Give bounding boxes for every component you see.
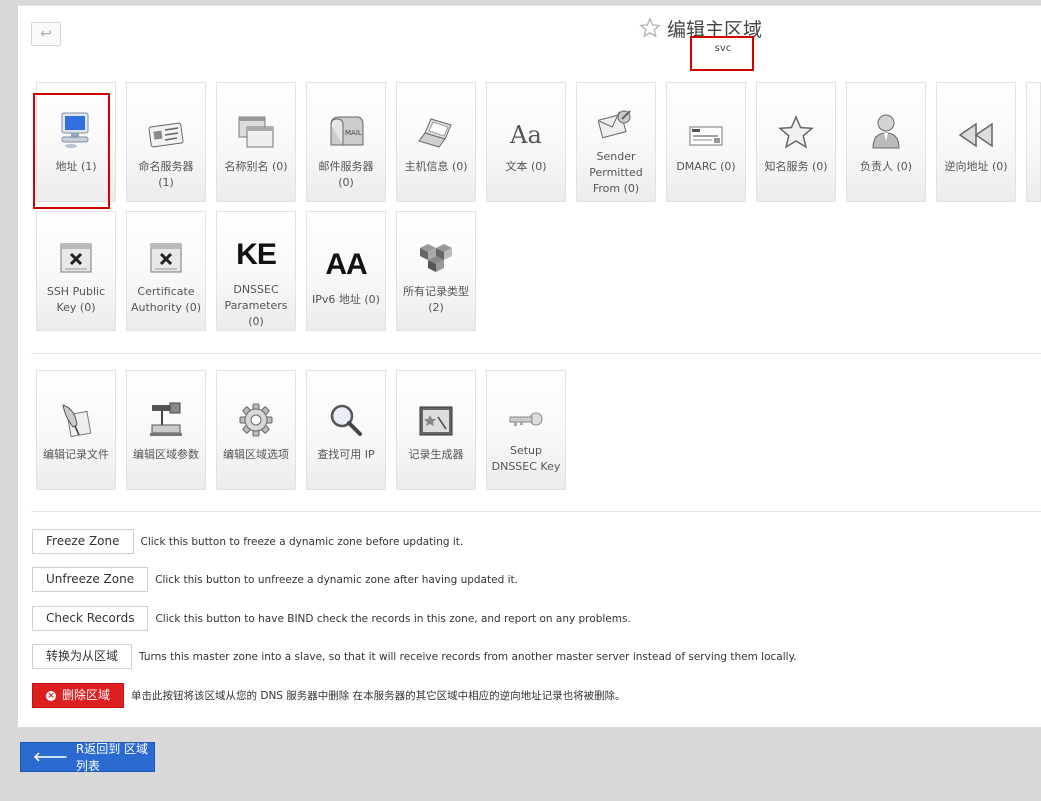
record-type-label: 所有记录类型 (2) xyxy=(403,285,469,314)
aa-text-icon: AA xyxy=(325,248,367,281)
convert-to-slave-description: Turns this master zone into a slave, so … xyxy=(139,650,797,663)
back-button[interactable]: ↩ xyxy=(31,22,61,46)
ke-text-icon: KE xyxy=(236,238,277,271)
delete-zone-row: × 删除区域 单击此按钮将该区域从您的 DNS 服务器中删除 在本服务器的其它区… xyxy=(32,683,626,708)
person-icon xyxy=(872,114,900,149)
record-type-label: DMARC (0) xyxy=(676,160,736,173)
record-type-tile[interactable]: Sender Permitted From (0) xyxy=(576,82,656,202)
divider xyxy=(31,353,1041,354)
generator-icon xyxy=(419,406,453,436)
record-type-label: 主机信息 (0) xyxy=(404,160,468,173)
record-type-label: IPv6 地址 (0) xyxy=(312,293,380,306)
tool-label: 查找可用 IP xyxy=(317,448,375,461)
unfreeze-zone-row: Unfreeze Zone Click this button to unfre… xyxy=(32,567,518,592)
record-type-label: 知名服务 (0) xyxy=(764,160,828,173)
id-card-icon xyxy=(148,122,184,148)
record-type-tile[interactable]: 所有记录类型 (2) xyxy=(396,211,476,331)
mailbox-icon: MAIL xyxy=(330,116,364,146)
record-type-label: Sender Permitted From (0) xyxy=(589,150,643,195)
convert-to-slave-button[interactable]: 转换为从区域 xyxy=(32,644,133,669)
rewind-icon xyxy=(958,122,993,148)
record-type-tile[interactable]: Certificate Authority (0) xyxy=(126,211,206,331)
record-type-label: 名称别名 (0) xyxy=(224,160,288,173)
font-icon: Aa xyxy=(510,121,542,149)
record-type-tile[interactable]: 逆向地址 (0) xyxy=(936,82,1016,202)
convert-to-slave-row: 转换为从区域 Turns this master zone into a sla… xyxy=(32,644,797,669)
cubes-icon xyxy=(420,244,452,272)
main-panel: ↩ 编辑主区域 svc 地址 (1) 命名服务器 (1) 名称别名 (0) MA… xyxy=(18,5,1041,727)
zone-name-highlight xyxy=(690,36,754,71)
record-type-tile[interactable]: 知名服务 (0) xyxy=(756,82,836,202)
arrow-left-icon: 🡐 xyxy=(33,750,68,765)
check-records-row: Check Records Click this button to have … xyxy=(32,606,631,631)
tool-label: 编辑区域参数 xyxy=(133,448,199,461)
tool-tile[interactable]: 编辑记录文件 xyxy=(36,370,116,490)
record-type-label: 文本 (0) xyxy=(505,160,547,173)
freeze-zone-row: Freeze Zone Click this button to freeze … xyxy=(32,529,463,554)
record-type-tile[interactable]: 主机信息 (0) xyxy=(396,82,476,202)
check-records-description: Click this button to have BIND check the… xyxy=(155,612,631,625)
windows-icon xyxy=(238,116,274,148)
delete-zone-button[interactable]: × 删除区域 xyxy=(32,683,125,708)
quill-icon xyxy=(62,404,92,437)
selected-tile-highlight xyxy=(33,93,110,209)
check-records-button[interactable]: Check Records xyxy=(32,606,149,631)
record-type-label: 负责人 (0) xyxy=(859,160,913,173)
unfreeze-zone-button[interactable]: Unfreeze Zone xyxy=(32,567,149,592)
record-type-tile[interactable]: Aa 文本 (0) xyxy=(486,82,566,202)
envelope-stamp-icon xyxy=(598,110,631,139)
key-file-icon xyxy=(150,243,182,273)
divider xyxy=(31,511,1041,512)
record-type-tile[interactable]: MAIL 邮件服务器 (0) xyxy=(306,82,386,202)
tool-tile[interactable]: 编辑区域参数 xyxy=(126,370,206,490)
freeze-zone-description: Click this button to freeze a dynamic zo… xyxy=(140,535,464,548)
magnifier-icon xyxy=(330,404,362,436)
record-type-tile[interactable]: SSH Public Key (0) xyxy=(36,211,116,331)
tool-tile[interactable]: 记录生成器 xyxy=(396,370,476,490)
gear-icon xyxy=(239,403,273,437)
record-type-label: SSH Public Key (0) xyxy=(46,285,106,314)
return-label: R返回到 区域列表 xyxy=(75,742,149,773)
return-to-zone-list-button[interactable]: 🡐 R返回到 区域列表 xyxy=(20,742,155,773)
record-type-tile-partial[interactable] xyxy=(1026,82,1041,202)
record-type-tile[interactable]: DMARC (0) xyxy=(666,82,746,202)
record-type-tile[interactable]: AA IPv6 地址 (0) xyxy=(306,211,386,331)
unfreeze-zone-description: Click this button to unfreeze a dynamic … xyxy=(155,573,518,586)
svg-text:MAIL: MAIL xyxy=(345,129,362,137)
projector-icon xyxy=(150,402,182,436)
freeze-zone-button[interactable]: Freeze Zone xyxy=(32,529,134,554)
record-type-tile[interactable]: KE DNSSEC Parameters (0) xyxy=(216,211,296,331)
favorite-star-icon[interactable] xyxy=(639,17,661,39)
delete-zone-label: 删除区域 xyxy=(62,688,111,702)
record-type-label: Certificate Authority (0) xyxy=(131,285,201,314)
laptop-icon xyxy=(418,118,452,148)
key-file-icon xyxy=(60,243,92,273)
record-type-label: 邮件服务器 (0) xyxy=(318,160,374,189)
delete-zone-description: 单击此按钮将该区域从您的 DNS 服务器中删除 在本服务器的其它区域中相应的逆向… xyxy=(131,690,626,702)
tool-label: 编辑记录文件 xyxy=(43,448,109,461)
record-type-tile[interactable]: 名称别名 (0) xyxy=(216,82,296,202)
record-type-label: 命名服务器 (1) xyxy=(138,160,194,189)
tool-tile[interactable]: 查找可用 IP xyxy=(306,370,386,490)
record-type-tile[interactable]: 命名服务器 (1) xyxy=(126,82,206,202)
tool-label: 编辑区域选项 xyxy=(223,448,289,461)
record-type-tile[interactable]: 负责人 (0) xyxy=(846,82,926,202)
record-type-label: 逆向地址 (0) xyxy=(944,160,1008,173)
tool-tile[interactable]: 编辑区域选项 xyxy=(216,370,296,490)
tool-tile[interactable]: Setup DNSSEC Key xyxy=(486,370,566,490)
close-circle-icon: × xyxy=(46,690,56,701)
tool-label: 记录生成器 xyxy=(408,448,464,461)
record-type-label: DNSSEC Parameters (0) xyxy=(224,283,288,328)
tool-label: Setup DNSSEC Key xyxy=(491,444,561,473)
star-icon xyxy=(778,115,814,149)
key-icon xyxy=(509,412,543,426)
certificate-icon xyxy=(689,126,723,146)
